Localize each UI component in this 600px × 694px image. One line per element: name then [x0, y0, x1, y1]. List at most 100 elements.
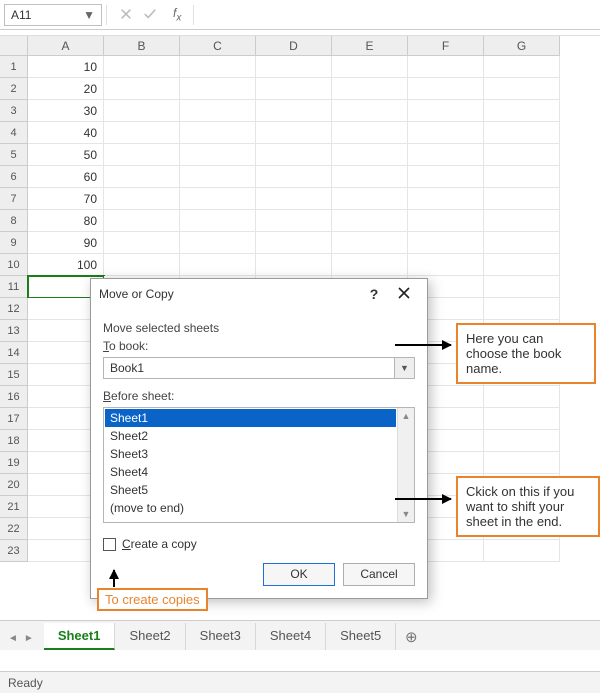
fx-label[interactable]: fx — [167, 6, 181, 23]
row-header[interactable]: 18 — [0, 430, 28, 452]
check-icon[interactable] — [143, 7, 157, 21]
row-header[interactable]: 13 — [0, 320, 28, 342]
chevron-down-icon[interactable]: ▼ — [83, 8, 95, 22]
row-header[interactable]: 7 — [0, 188, 28, 210]
list-item[interactable]: (move to end) — [105, 499, 396, 517]
cell[interactable] — [484, 254, 560, 276]
dialog-titlebar[interactable]: Move or Copy ? — [91, 279, 427, 309]
row-header[interactable]: 14 — [0, 342, 28, 364]
cell[interactable] — [332, 254, 408, 276]
create-copy-checkbox[interactable] — [103, 538, 116, 551]
column-header[interactable]: A — [28, 36, 104, 56]
cell[interactable] — [408, 144, 484, 166]
cell[interactable] — [484, 386, 560, 408]
cell[interactable] — [484, 210, 560, 232]
scroll-down-icon[interactable]: ▼ — [402, 509, 411, 519]
ok-button[interactable]: OK — [263, 563, 335, 586]
cell[interactable] — [408, 56, 484, 78]
cell[interactable] — [104, 210, 180, 232]
cell[interactable] — [104, 78, 180, 100]
cell[interactable] — [484, 408, 560, 430]
cell[interactable]: 70 — [28, 188, 104, 210]
cell[interactable] — [408, 232, 484, 254]
cell[interactable]: 90 — [28, 232, 104, 254]
cell[interactable] — [104, 232, 180, 254]
cell[interactable] — [408, 210, 484, 232]
cell[interactable] — [256, 56, 332, 78]
cell[interactable] — [408, 254, 484, 276]
cell[interactable] — [408, 100, 484, 122]
cell[interactable] — [256, 210, 332, 232]
cell[interactable] — [180, 254, 256, 276]
cell[interactable] — [180, 188, 256, 210]
cell[interactable] — [484, 540, 560, 562]
nav-next-icon[interactable]: ► — [24, 633, 34, 644]
row-header[interactable]: 12 — [0, 298, 28, 320]
cell[interactable] — [332, 188, 408, 210]
cell[interactable] — [256, 78, 332, 100]
to-book-combo[interactable]: Book1 ▼ — [103, 357, 415, 379]
cell[interactable] — [104, 122, 180, 144]
row-header[interactable]: 21 — [0, 496, 28, 518]
sheet-tab[interactable]: Sheet3 — [186, 623, 256, 650]
cell[interactable] — [180, 232, 256, 254]
row-header[interactable]: 9 — [0, 232, 28, 254]
row-header[interactable]: 19 — [0, 452, 28, 474]
cell[interactable] — [408, 188, 484, 210]
cell[interactable] — [180, 122, 256, 144]
cell[interactable]: 60 — [28, 166, 104, 188]
sheet-tab[interactable]: Sheet2 — [115, 623, 185, 650]
row-header[interactable]: 6 — [0, 166, 28, 188]
list-item[interactable]: Sheet5 — [105, 481, 396, 499]
cell[interactable] — [332, 78, 408, 100]
cell[interactable] — [408, 78, 484, 100]
row-header[interactable]: 16 — [0, 386, 28, 408]
scrollbar[interactable]: ▲ ▼ — [397, 408, 414, 522]
column-header[interactable]: F — [408, 36, 484, 56]
cell[interactable] — [256, 254, 332, 276]
cell[interactable] — [180, 210, 256, 232]
row-header[interactable]: 8 — [0, 210, 28, 232]
sheet-tab[interactable]: Sheet1 — [44, 623, 116, 650]
cell[interactable]: 50 — [28, 144, 104, 166]
list-item[interactable]: Sheet3 — [105, 445, 396, 463]
row-header[interactable]: 10 — [0, 254, 28, 276]
list-item[interactable]: Sheet1 — [105, 409, 396, 427]
new-sheet-button[interactable]: ⊕ — [396, 624, 426, 650]
row-header[interactable]: 11 — [0, 276, 28, 298]
chevron-down-icon[interactable]: ▼ — [394, 358, 414, 378]
cell[interactable] — [332, 56, 408, 78]
cell[interactable] — [484, 232, 560, 254]
cell[interactable] — [408, 122, 484, 144]
cancel-button[interactable]: Cancel — [343, 563, 415, 586]
cell[interactable] — [484, 78, 560, 100]
row-header[interactable]: 4 — [0, 122, 28, 144]
list-item[interactable]: Sheet2 — [105, 427, 396, 445]
cell[interactable]: 100 — [28, 254, 104, 276]
scroll-up-icon[interactable]: ▲ — [402, 411, 411, 421]
cell[interactable] — [332, 210, 408, 232]
cell[interactable] — [256, 100, 332, 122]
cell[interactable] — [484, 452, 560, 474]
row-header[interactable]: 22 — [0, 518, 28, 540]
cell[interactable] — [484, 144, 560, 166]
cell[interactable] — [484, 166, 560, 188]
cell[interactable] — [180, 100, 256, 122]
cell[interactable] — [332, 166, 408, 188]
help-button[interactable]: ? — [359, 286, 389, 302]
row-header[interactable]: 15 — [0, 364, 28, 386]
cell[interactable] — [180, 56, 256, 78]
cell[interactable] — [484, 100, 560, 122]
cell[interactable] — [484, 56, 560, 78]
list-item[interactable]: Sheet4 — [105, 463, 396, 481]
nav-prev-icon[interactable]: ◄ — [8, 633, 18, 644]
cell[interactable] — [484, 188, 560, 210]
row-header[interactable]: 23 — [0, 540, 28, 562]
row-header[interactable]: 5 — [0, 144, 28, 166]
cell[interactable] — [104, 166, 180, 188]
cell[interactable] — [180, 78, 256, 100]
cell[interactable] — [256, 232, 332, 254]
cell[interactable] — [180, 144, 256, 166]
row-header[interactable]: 20 — [0, 474, 28, 496]
select-all-corner[interactable] — [0, 36, 28, 56]
